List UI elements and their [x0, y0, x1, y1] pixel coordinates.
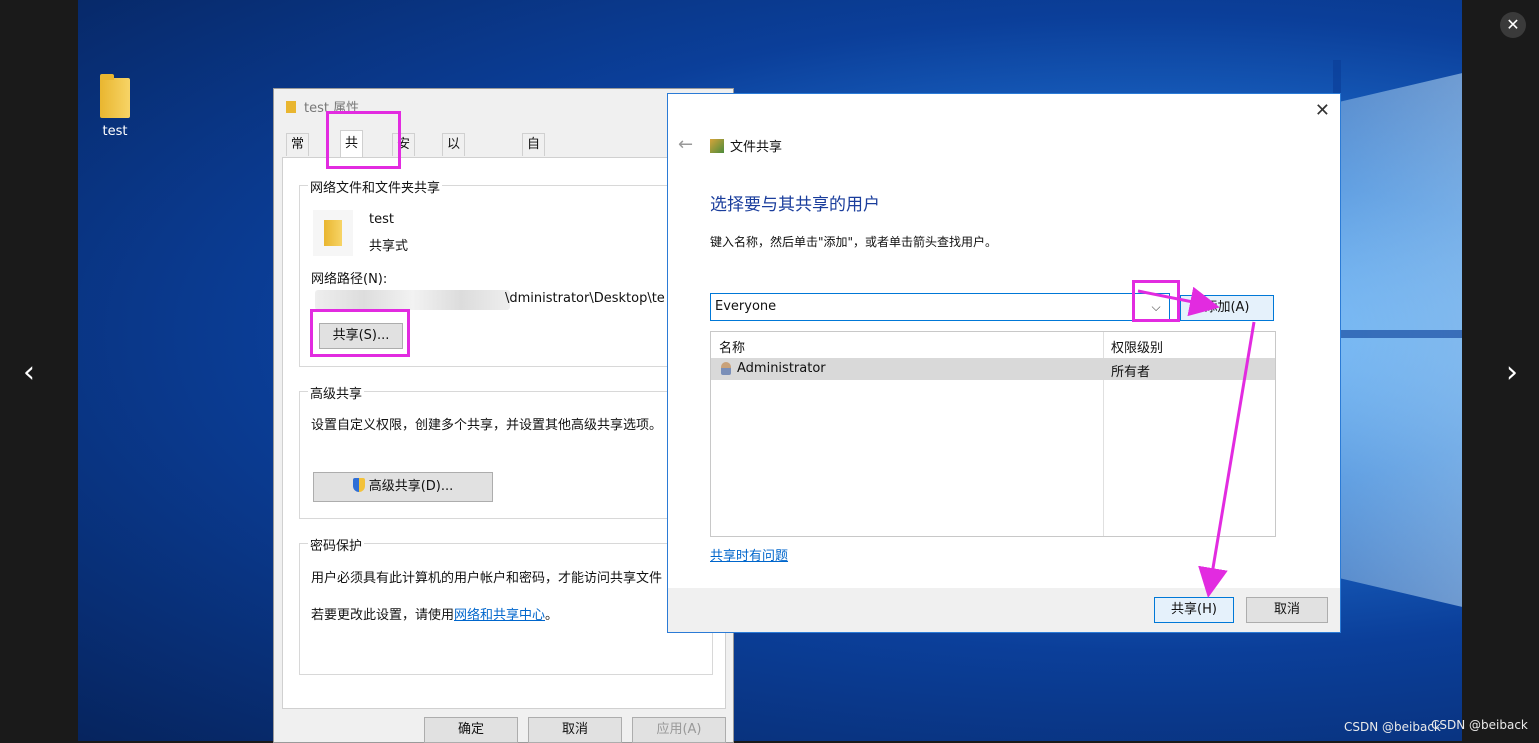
watermark: CSDN @beiback — [1344, 720, 1441, 734]
arrow-to-share-button — [1198, 321, 1256, 598]
annotation-arrows — [1137, 286, 1256, 598]
watermark-overlay: CSDN @beiback — [1431, 718, 1528, 732]
arrow-to-add-button — [1137, 286, 1220, 317]
